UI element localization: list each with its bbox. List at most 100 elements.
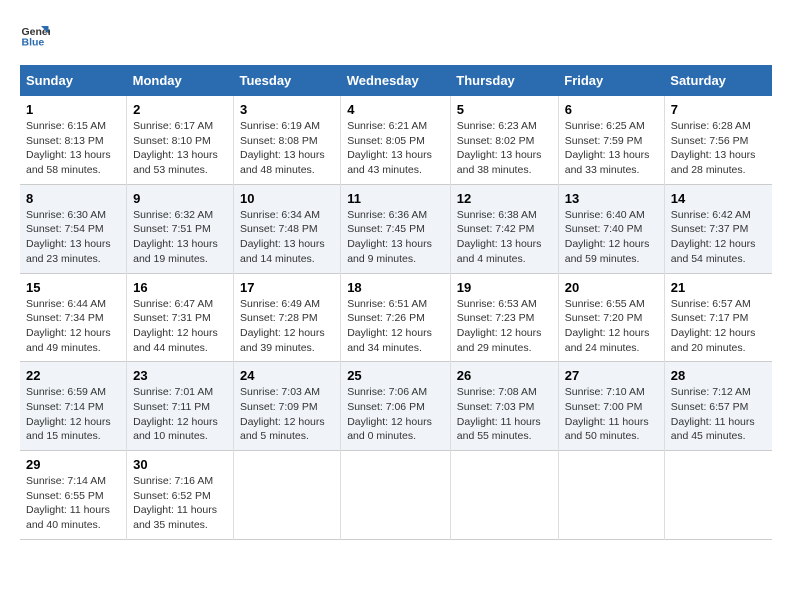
day-info: Sunrise: 6:51 AMSunset: 7:26 PMDaylight:…	[347, 297, 444, 356]
day-info: Sunrise: 7:10 AMSunset: 7:00 PMDaylight:…	[565, 385, 658, 444]
calendar-cell: 19 Sunrise: 6:53 AMSunset: 7:23 PMDayligh…	[450, 273, 558, 362]
day-number: 5	[457, 102, 552, 117]
calendar-cell: 9 Sunrise: 6:32 AMSunset: 7:51 PMDaylight…	[127, 184, 234, 273]
weekday-header: Wednesday	[341, 65, 451, 96]
day-number: 12	[457, 191, 552, 206]
calendar-cell: 18 Sunrise: 6:51 AMSunset: 7:26 PMDayligh…	[341, 273, 451, 362]
calendar-week-row: 8Sunrise: 6:30 AMSunset: 7:54 PMDaylight…	[20, 184, 772, 273]
day-number: 18	[347, 280, 444, 295]
day-info: Sunrise: 6:42 AMSunset: 7:37 PMDaylight:…	[671, 208, 766, 267]
calendar-cell: 7 Sunrise: 6:28 AMSunset: 7:56 PMDaylight…	[664, 96, 772, 184]
day-info: Sunrise: 6:17 AMSunset: 8:10 PMDaylight:…	[133, 119, 227, 178]
page-header: General Blue	[20, 20, 772, 50]
calendar-cell: 14Sunrise: 6:42 AMSunset: 7:37 PMDayligh…	[664, 184, 772, 273]
day-number: 25	[347, 368, 444, 383]
logo-icon: General Blue	[20, 20, 50, 50]
day-number: 22	[26, 368, 120, 383]
weekday-header: Monday	[127, 65, 234, 96]
day-info: Sunrise: 6:23 AMSunset: 8:02 PMDaylight:…	[457, 119, 552, 178]
logo: General Blue	[20, 20, 50, 50]
day-info: Sunrise: 6:15 AMSunset: 8:13 PMDaylight:…	[26, 119, 120, 178]
day-info: Sunrise: 6:44 AMSunset: 7:34 PMDaylight:…	[26, 297, 120, 356]
day-number: 6	[565, 102, 658, 117]
day-number: 29	[26, 457, 120, 472]
calendar-week-row: 1 Sunrise: 6:15 AMSunset: 8:13 PMDaylight…	[20, 96, 772, 184]
day-info: Sunrise: 6:59 AMSunset: 7:14 PMDaylight:…	[26, 385, 120, 444]
weekday-header: Thursday	[450, 65, 558, 96]
day-info: Sunrise: 7:12 AMSunset: 6:57 PMDaylight:…	[671, 385, 766, 444]
day-number: 10	[240, 191, 334, 206]
day-info: Sunrise: 7:01 AMSunset: 7:11 PMDaylight:…	[133, 385, 227, 444]
day-info: Sunrise: 6:25 AMSunset: 7:59 PMDaylight:…	[565, 119, 658, 178]
calendar-cell: 16 Sunrise: 6:47 AMSunset: 7:31 PMDayligh…	[127, 273, 234, 362]
calendar-cell: 21 Sunrise: 6:57 AMSunset: 7:17 PMDayligh…	[664, 273, 772, 362]
day-info: Sunrise: 6:55 AMSunset: 7:20 PMDaylight:…	[565, 297, 658, 356]
calendar-cell: 11 Sunrise: 6:36 AMSunset: 7:45 PMDayligh…	[341, 184, 451, 273]
calendar-table: SundayMondayTuesdayWednesdayThursdayFrid…	[20, 65, 772, 540]
calendar-cell: 24 Sunrise: 7:03 AMSunset: 7:09 PMDayligh…	[234, 362, 341, 451]
calendar-cell: 26Sunrise: 7:08 AMSunset: 7:03 PMDayligh…	[450, 362, 558, 451]
day-number: 19	[457, 280, 552, 295]
day-number: 2	[133, 102, 227, 117]
calendar-cell: 17Sunrise: 6:49 AMSunset: 7:28 PMDayligh…	[234, 273, 341, 362]
day-info: Sunrise: 6:28 AMSunset: 7:56 PMDaylight:…	[671, 119, 766, 178]
header-row: SundayMondayTuesdayWednesdayThursdayFrid…	[20, 65, 772, 96]
day-info: Sunrise: 6:21 AMSunset: 8:05 PMDaylight:…	[347, 119, 444, 178]
weekday-header: Friday	[558, 65, 664, 96]
weekday-header: Saturday	[664, 65, 772, 96]
calendar-cell: 6 Sunrise: 6:25 AMSunset: 7:59 PMDaylight…	[558, 96, 664, 184]
day-number: 23	[133, 368, 227, 383]
weekday-header: Sunday	[20, 65, 127, 96]
calendar-cell: 4 Sunrise: 6:21 AMSunset: 8:05 PMDaylight…	[341, 96, 451, 184]
day-number: 30	[133, 457, 227, 472]
calendar-week-row: 29Sunrise: 7:14 AMSunset: 6:55 PMDayligh…	[20, 451, 772, 540]
calendar-cell: 5 Sunrise: 6:23 AMSunset: 8:02 PMDaylight…	[450, 96, 558, 184]
calendar-cell: 22 Sunrise: 6:59 AMSunset: 7:14 PMDayligh…	[20, 362, 127, 451]
day-info: Sunrise: 7:06 AMSunset: 7:06 PMDaylight:…	[347, 385, 444, 444]
calendar-cell	[558, 451, 664, 540]
calendar-cell	[341, 451, 451, 540]
day-number: 3	[240, 102, 334, 117]
day-number: 24	[240, 368, 334, 383]
day-info: Sunrise: 6:32 AMSunset: 7:51 PMDaylight:…	[133, 208, 227, 267]
day-number: 11	[347, 191, 444, 206]
day-info: Sunrise: 7:16 AMSunset: 6:52 PMDaylight:…	[133, 474, 227, 533]
calendar-cell: 25 Sunrise: 7:06 AMSunset: 7:06 PMDayligh…	[341, 362, 451, 451]
calendar-cell: 3 Sunrise: 6:19 AMSunset: 8:08 PMDaylight…	[234, 96, 341, 184]
day-number: 8	[26, 191, 120, 206]
day-number: 9	[133, 191, 227, 206]
day-number: 17	[240, 280, 334, 295]
day-info: Sunrise: 6:36 AMSunset: 7:45 PMDaylight:…	[347, 208, 444, 267]
calendar-cell: 8Sunrise: 6:30 AMSunset: 7:54 PMDaylight…	[20, 184, 127, 273]
calendar-cell	[664, 451, 772, 540]
calendar-cell	[450, 451, 558, 540]
day-number: 15	[26, 280, 120, 295]
calendar-cell: 2 Sunrise: 6:17 AMSunset: 8:10 PMDaylight…	[127, 96, 234, 184]
day-info: Sunrise: 6:19 AMSunset: 8:08 PMDaylight:…	[240, 119, 334, 178]
day-number: 21	[671, 280, 766, 295]
calendar-cell: 13Sunrise: 6:40 AMSunset: 7:40 PMDayligh…	[558, 184, 664, 273]
day-info: Sunrise: 6:53 AMSunset: 7:23 PMDaylight:…	[457, 297, 552, 356]
svg-text:Blue: Blue	[22, 37, 45, 49]
day-info: Sunrise: 6:38 AMSunset: 7:42 PMDaylight:…	[457, 208, 552, 267]
day-info: Sunrise: 6:47 AMSunset: 7:31 PMDaylight:…	[133, 297, 227, 356]
day-number: 28	[671, 368, 766, 383]
calendar-cell: 23 Sunrise: 7:01 AMSunset: 7:11 PMDayligh…	[127, 362, 234, 451]
day-number: 26	[457, 368, 552, 383]
calendar-cell: 27 Sunrise: 7:10 AMSunset: 7:00 PMDayligh…	[558, 362, 664, 451]
day-number: 27	[565, 368, 658, 383]
calendar-cell: 1 Sunrise: 6:15 AMSunset: 8:13 PMDaylight…	[20, 96, 127, 184]
calendar-cell: 20 Sunrise: 6:55 AMSunset: 7:20 PMDayligh…	[558, 273, 664, 362]
day-number: 16	[133, 280, 227, 295]
day-info: Sunrise: 6:57 AMSunset: 7:17 PMDaylight:…	[671, 297, 766, 356]
calendar-cell: 15 Sunrise: 6:44 AMSunset: 7:34 PMDayligh…	[20, 273, 127, 362]
day-number: 20	[565, 280, 658, 295]
day-number: 1	[26, 102, 120, 117]
calendar-week-row: 22 Sunrise: 6:59 AMSunset: 7:14 PMDayligh…	[20, 362, 772, 451]
day-number: 13	[565, 191, 658, 206]
day-number: 4	[347, 102, 444, 117]
day-info: Sunrise: 7:03 AMSunset: 7:09 PMDaylight:…	[240, 385, 334, 444]
calendar-cell: 29Sunrise: 7:14 AMSunset: 6:55 PMDayligh…	[20, 451, 127, 540]
day-info: Sunrise: 6:34 AMSunset: 7:48 PMDaylight:…	[240, 208, 334, 267]
day-number: 7	[671, 102, 766, 117]
